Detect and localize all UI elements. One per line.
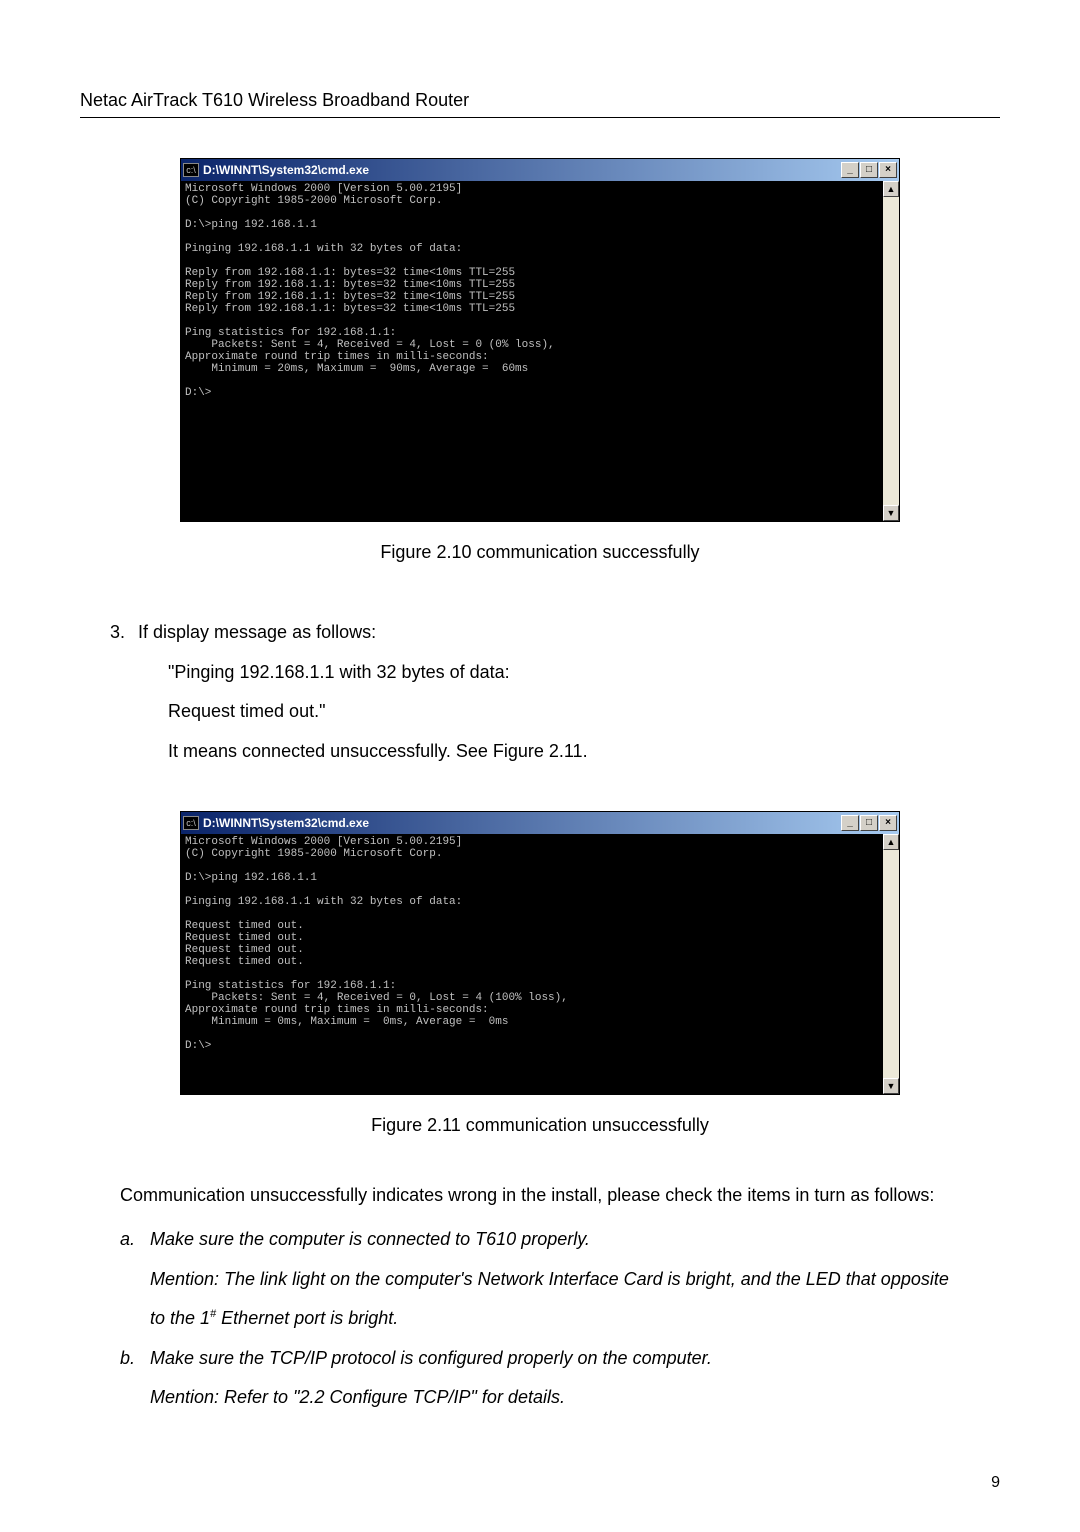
- cmd-output: Microsoft Windows 2000 [Version 5.00.219…: [181, 834, 883, 1094]
- item-a-letter: a.: [120, 1220, 150, 1339]
- minimize-button[interactable]: _: [841, 162, 859, 178]
- window-buttons: _ □ ×: [841, 162, 897, 178]
- window-title: D:\WINNT\System32\cmd.exe: [203, 163, 841, 177]
- page-number: 9: [991, 1474, 1000, 1492]
- close-button[interactable]: ×: [879, 815, 897, 831]
- item-a-line1: Make sure the computer is connected to T…: [150, 1220, 1000, 1260]
- titlebar: c:\ D:\WINNT\System32\cmd.exe _ □ ×: [181, 159, 899, 181]
- item-a-line2a: Mention: The link light on the computer'…: [150, 1260, 1000, 1300]
- step-line-1: If display message as follows:: [138, 622, 376, 642]
- step-number: 3.: [110, 613, 138, 653]
- step-line-2: "Pinging 192.168.1.1 with 32 bytes of da…: [168, 653, 1000, 693]
- scroll-down-icon[interactable]: ▼: [883, 1078, 899, 1094]
- maximize-button[interactable]: □: [860, 162, 878, 178]
- cmd-window-fail: c:\ D:\WINNT\System32\cmd.exe _ □ × Micr…: [180, 811, 900, 1095]
- minimize-button[interactable]: _: [841, 815, 859, 831]
- figure-caption-2: Figure 2.11 communication unsuccessfully: [80, 1115, 1000, 1136]
- item-b-letter: b.: [120, 1339, 150, 1418]
- cmd-window-success: c:\ D:\WINNT\System32\cmd.exe _ □ × Micr…: [180, 158, 900, 522]
- item-b-line1: Make sure the TCP/IP protocol is configu…: [150, 1339, 1000, 1379]
- scrollbar[interactable]: ▲ ▼: [883, 834, 899, 1094]
- scroll-down-icon[interactable]: ▼: [883, 505, 899, 521]
- cmd-icon: c:\: [183, 163, 199, 177]
- page-header: Netac AirTrack T610 Wireless Broadband R…: [80, 90, 1000, 118]
- cmd-body-wrap: Microsoft Windows 2000 [Version 5.00.219…: [181, 834, 899, 1094]
- scroll-track[interactable]: [883, 197, 899, 505]
- scroll-up-icon[interactable]: ▲: [883, 834, 899, 850]
- cmd-body-wrap: Microsoft Windows 2000 [Version 5.00.219…: [181, 181, 899, 521]
- window-title: D:\WINNT\System32\cmd.exe: [203, 816, 841, 830]
- maximize-button[interactable]: □: [860, 815, 878, 831]
- scroll-up-icon[interactable]: ▲: [883, 181, 899, 197]
- window-buttons: _ □ ×: [841, 815, 897, 831]
- close-button[interactable]: ×: [879, 162, 897, 178]
- item-a-line2b: to the 1# Ethernet port is bright.: [150, 1299, 1000, 1339]
- titlebar: c:\ D:\WINNT\System32\cmd.exe _ □ ×: [181, 812, 899, 834]
- step-line-4: It means connected unsuccessfully. See F…: [168, 732, 1000, 772]
- cmd-icon: c:\: [183, 816, 199, 830]
- item-b-line2: Mention: Refer to "2.2 Configure TCP/IP"…: [150, 1378, 1000, 1418]
- scroll-track[interactable]: [883, 850, 899, 1078]
- scrollbar[interactable]: ▲ ▼: [883, 181, 899, 521]
- cmd-output: Microsoft Windows 2000 [Version 5.00.219…: [181, 181, 883, 521]
- step-line-3: Request timed out.": [168, 692, 1000, 732]
- figure-caption-1: Figure 2.10 communication successfully: [80, 542, 1000, 563]
- step-3: 3.If display message as follows: "Pingin…: [110, 613, 1000, 771]
- troubleshoot-list: a. Make sure the computer is connected t…: [120, 1220, 1000, 1418]
- troubleshoot-intro: Communication unsuccessfully indicates w…: [120, 1176, 1000, 1216]
